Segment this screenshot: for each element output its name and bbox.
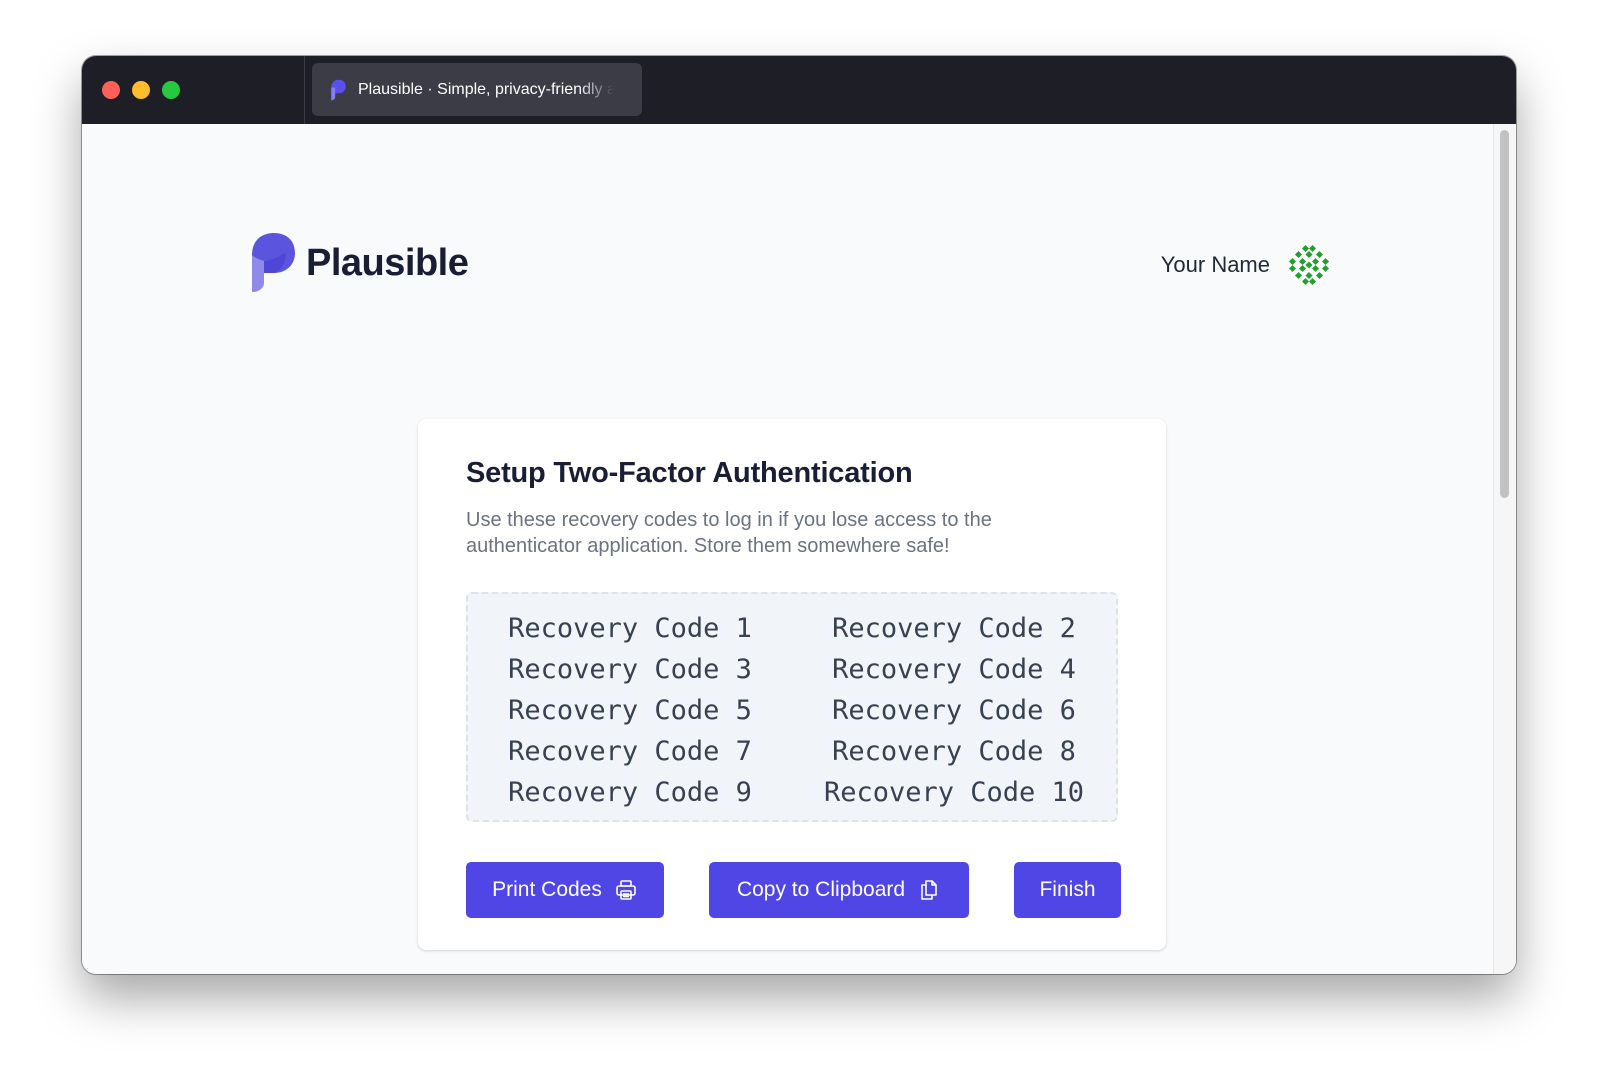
recovery-code: Recovery Code 3 [508, 654, 752, 685]
recovery-codes-grid: Recovery Code 1 Recovery Code 2 Recovery… [468, 608, 1116, 813]
tab-title: Plausible · Simple, privacy-friendly alt… [358, 80, 614, 98]
user-menu[interactable]: Your Name [1161, 244, 1330, 286]
card-title: Setup Two-Factor Authentication [466, 457, 913, 489]
browser-titlebar: Plausible · Simple, privacy-friendly alt… [82, 56, 1516, 124]
maximize-window-button[interactable] [162, 81, 180, 99]
plausible-logo[interactable]: Plausible [250, 232, 469, 294]
user-name: Your Name [1160, 252, 1270, 277]
tab-divider [304, 56, 305, 124]
two-factor-setup-card: Setup Two-Factor Authentication Use thes… [418, 419, 1166, 950]
recovery-code: Recovery Code 4 [832, 654, 1076, 685]
recovery-code: Recovery Code 9 [508, 777, 752, 808]
recovery-code: Recovery Code 1 [508, 613, 752, 644]
copy-to-clipboard-label: Copy to Clipboard [736, 878, 906, 901]
plausible-favicon-icon [331, 79, 346, 100]
card-description: Use these recovery codes to log in if yo… [466, 509, 992, 557]
scrollbar[interactable] [1493, 124, 1516, 974]
scrollbar-thumb[interactable] [1500, 130, 1509, 498]
copy-icon [921, 880, 937, 900]
logo-text: Plausible [306, 241, 469, 284]
finish-button[interactable]: Finish [1014, 862, 1121, 918]
finish-label: Finish [1039, 878, 1096, 901]
minimize-window-button[interactable] [132, 81, 150, 99]
copy-to-clipboard-button[interactable]: Copy to Clipboard [709, 862, 969, 918]
browser-tab[interactable]: Plausible · Simple, privacy-friendly alt… [312, 63, 642, 116]
recovery-codes-box: Recovery Code 1 Recovery Code 2 Recovery… [466, 592, 1118, 822]
browser-window: Plausible · Simple, privacy-friendly alt… [82, 56, 1516, 974]
recovery-code: Recovery Code 5 [508, 695, 752, 726]
page-content: Plausible Your Name Setup Two-Factor Aut… [82, 124, 1516, 974]
recovery-code: Recovery Code 7 [508, 736, 752, 767]
print-codes-label: Print Codes [492, 878, 602, 901]
close-window-button[interactable] [102, 81, 120, 99]
recovery-code: Recovery Code 10 [823, 777, 1085, 808]
recovery-code: Recovery Code 2 [832, 613, 1076, 644]
recovery-code: Recovery Code 8 [832, 736, 1076, 767]
plausible-logo-icon [252, 233, 295, 292]
avatar[interactable] [1288, 244, 1330, 286]
print-codes-button[interactable]: Print Codes [466, 862, 664, 918]
recovery-code: Recovery Code 6 [832, 695, 1076, 726]
printer-icon [616, 880, 636, 900]
